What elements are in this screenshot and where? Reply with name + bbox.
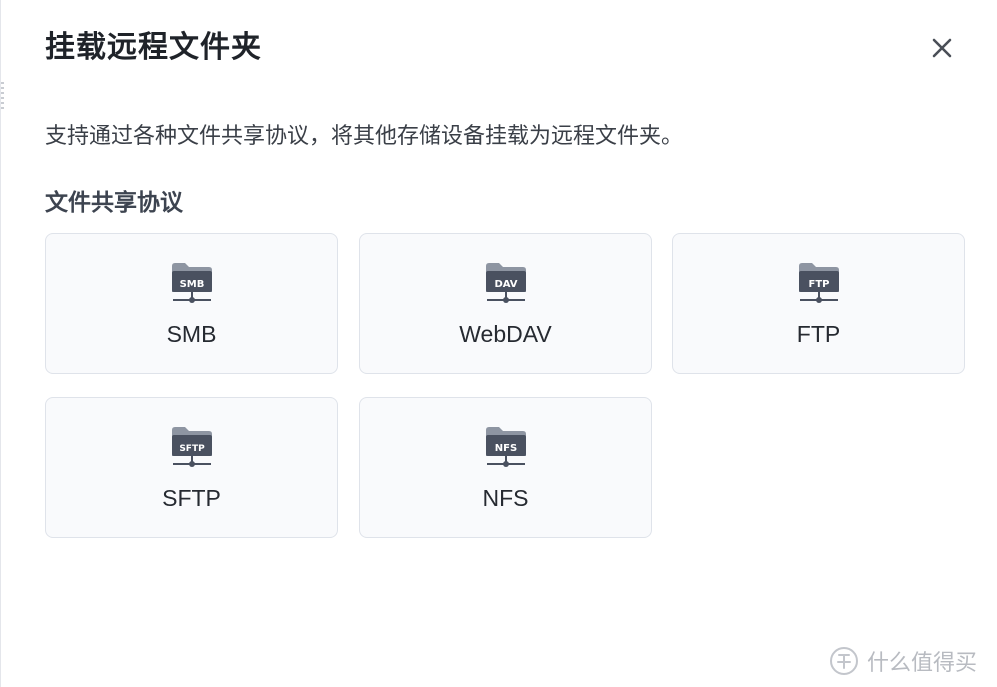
- nfs-folder-icon: NFS: [485, 427, 526, 467]
- dialog-title: 挂载远程文件夹: [45, 30, 262, 65]
- svg-text:FTP: FTP: [808, 279, 829, 290]
- svg-text:SFTP: SFTP: [179, 444, 205, 454]
- protocol-label: NFS: [482, 485, 529, 511]
- sftp-folder-icon: SFTP: [171, 427, 212, 467]
- protocol-card-webdav[interactable]: DAV WebDAV: [359, 233, 652, 374]
- protocol-card-sftp[interactable]: SFTP SFTP: [45, 397, 338, 538]
- svg-text:NFS: NFS: [494, 443, 516, 454]
- dialog-description: 支持通过各种文件共享协议，将其他存储设备挂载为远程文件夹。: [45, 124, 684, 149]
- zhi-logo-icon: [830, 647, 858, 675]
- watermark-text: 什么值得买: [867, 651, 978, 676]
- webdav-folder-icon: DAV: [485, 263, 526, 303]
- protocol-card-ftp[interactable]: FTP FTP: [672, 233, 965, 374]
- protocol-card-smb[interactable]: SMB SMB: [45, 233, 338, 374]
- resize-handle[interactable]: [1, 82, 4, 112]
- watermark: 什么值得买: [829, 643, 977, 679]
- section-title-protocols: 文件共享协议: [45, 190, 183, 216]
- ftp-folder-icon: FTP: [798, 263, 839, 303]
- protocol-label: SFTP: [162, 485, 221, 511]
- protocol-label: FTP: [796, 321, 841, 347]
- protocol-label: WebDAV: [459, 321, 552, 347]
- protocol-card-nfs[interactable]: NFS NFS: [359, 397, 652, 538]
- mount-remote-folder-dialog: 挂载远程文件夹 支持通过各种文件共享协议，将其他存储设备挂载为远程文件夹。 文件…: [0, 0, 997, 687]
- svg-text:DAV: DAV: [494, 279, 517, 290]
- protocol-label: SMB: [166, 321, 217, 347]
- close-icon: [932, 38, 952, 58]
- smb-folder-icon: SMB: [171, 263, 212, 303]
- close-button[interactable]: [926, 32, 958, 64]
- svg-text:SMB: SMB: [179, 279, 204, 290]
